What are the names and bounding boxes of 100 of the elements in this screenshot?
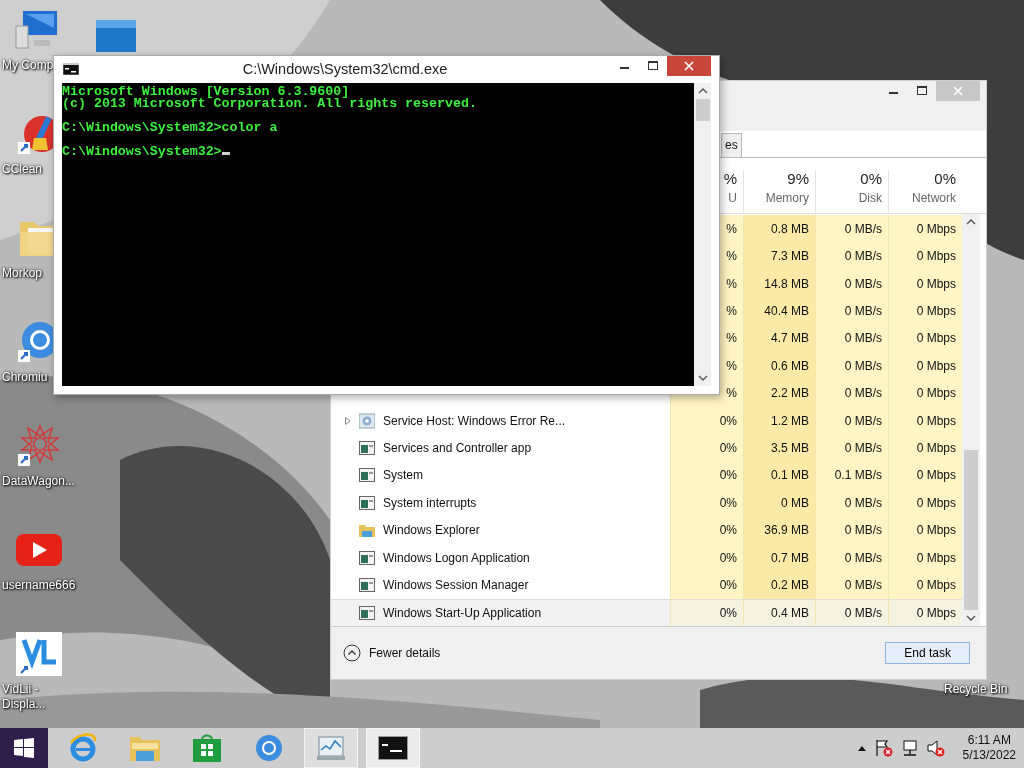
console-line: C:\Windows\System32>color a — [62, 120, 278, 135]
table-cell: 0 MB/s — [815, 516, 888, 544]
table-cell: 0 Mbps — [888, 215, 962, 243]
console-icon — [63, 63, 79, 75]
clock-time[interactable]: 6:11 AM — [967, 733, 1011, 748]
fewer-details-link[interactable]: Fewer details — [343, 644, 441, 662]
table-cell: 1.2 MB — [743, 406, 815, 435]
table-cell: 2.2 MB — [743, 379, 815, 407]
table-cell: 0 Mbps — [888, 352, 962, 380]
table-cell: 0 Mbps — [888, 461, 962, 490]
start-logo-icon — [13, 737, 35, 759]
table-cell: 0 Mbps — [888, 489, 962, 517]
table-cell: 0% — [670, 571, 743, 599]
table-cell: 0 Mbps — [888, 598, 962, 626]
column-header[interactable]: 9% Memory — [743, 170, 815, 213]
scroll-up-icon[interactable] — [966, 218, 976, 226]
app-window-icon — [359, 494, 375, 511]
table-cell: 0 MB/s — [815, 297, 888, 325]
browser-e-icon — [68, 733, 98, 763]
show-hidden-icons-icon[interactable] — [856, 744, 867, 752]
table-cell: 0% — [670, 406, 743, 435]
table-cell: 0 MB — [743, 489, 815, 517]
table-cell: 0.1 MB — [743, 461, 815, 490]
table-cell: 0% — [670, 461, 743, 490]
end-task-button[interactable]: End task — [885, 642, 970, 664]
maximize-icon — [648, 61, 658, 71]
table-cell: 0 Mbps — [888, 406, 962, 435]
app-window-icon — [359, 549, 375, 566]
process-name: Service Host: Windows Error Re... — [383, 413, 566, 428]
window-title: C:\Windows\System32\cmd.exe — [241, 60, 449, 77]
scrollbar[interactable] — [694, 83, 711, 386]
table-cell: 0 MB/s — [815, 489, 888, 517]
desktop-icon-label[interactable]: CClean — [0, 162, 43, 177]
close-icon — [953, 86, 963, 96]
network-icon[interactable] — [900, 739, 919, 757]
table-cell: 0% — [670, 543, 743, 572]
table-cell: 0 MB/s — [815, 598, 888, 626]
app-window-icon — [359, 576, 375, 593]
column-header[interactable]: 0% Disk — [815, 170, 888, 213]
expand-arrow-icon[interactable] — [345, 416, 351, 425]
console-line: Microsoft Windows [Version 6.3.9600] — [62, 84, 350, 99]
process-name: System interrupts — [383, 495, 477, 510]
taskbar-button[interactable] — [366, 728, 420, 768]
table-cell: 36.9 MB — [743, 516, 815, 544]
table-cell: 0 Mbps — [888, 516, 962, 544]
table-cell: 14.8 MB — [743, 269, 815, 298]
table-cell: 0 MB/s — [815, 352, 888, 380]
table-cell: 0 MB/s — [815, 406, 888, 435]
table-cell: 0 MB/s — [815, 215, 888, 243]
shopping-bag-icon — [192, 733, 222, 763]
scroll-thumb[interactable] — [964, 450, 978, 610]
table-cell: 0.2 MB — [743, 571, 815, 599]
table-cell: 40.4 MB — [743, 297, 815, 325]
scroll-up-icon[interactable] — [697, 87, 708, 95]
table-cell: 0.6 MB — [743, 352, 815, 380]
table-cell: 0 MB/s — [815, 324, 888, 353]
folder-icon — [129, 734, 161, 762]
table-cell: 0.8 MB — [743, 215, 815, 243]
table-cell: 0 Mbps — [888, 297, 962, 325]
table-cell: 0 MB/s — [815, 571, 888, 599]
table-cell: 4.7 MB — [743, 324, 815, 353]
table-cell: 0.7 MB — [743, 543, 815, 572]
console-line: C:\Windows\System32> — [62, 144, 222, 159]
tab[interactable]: es — [721, 133, 742, 157]
scroll-down-icon[interactable] — [697, 374, 708, 382]
column-header[interactable]: 0% Network — [888, 170, 962, 213]
flag-alert-icon[interactable] — [874, 739, 893, 757]
table-cell: 0 MB/s — [815, 434, 888, 462]
process-name: System — [383, 468, 423, 483]
process-name: Services and Controller app — [383, 440, 532, 455]
table-cell: 7.3 MB — [743, 242, 815, 270]
table-cell: 0 MB/s — [815, 543, 888, 572]
app-window-icon — [359, 467, 375, 484]
collapse-icon — [343, 644, 361, 662]
monitor-graph-icon — [316, 734, 346, 762]
table-cell: 0 MB/s — [815, 242, 888, 270]
process-name: Windows Session Manager — [383, 577, 529, 592]
table-cell: 0 Mbps — [888, 571, 962, 599]
folder-icon — [359, 522, 375, 539]
chromium-icon — [254, 733, 284, 763]
table-cell: 0% — [670, 516, 743, 544]
table-cell: 0 Mbps — [888, 324, 962, 353]
muted-speaker-icon[interactable] — [926, 739, 945, 757]
app-tile-icon[interactable] — [14, 632, 62, 676]
table-cell: 0 Mbps — [888, 379, 962, 407]
scroll-down-icon[interactable] — [966, 614, 976, 622]
table-cell: 3.5 MB — [743, 434, 815, 462]
table-cell: 0% — [670, 598, 743, 626]
table-cell: 0 MB/s — [815, 269, 888, 298]
process-name: Windows Start-Up Application — [383, 605, 542, 620]
scrollbar[interactable] — [962, 214, 980, 626]
table-cell: 0.4 MB — [743, 598, 815, 626]
start-button[interactable] — [0, 728, 48, 768]
table-cell: 0 MB/s — [815, 379, 888, 407]
app-window-icon — [359, 604, 375, 621]
clock-date[interactable]: 5/13/2022 — [962, 748, 1016, 763]
scroll-thumb[interactable] — [695, 99, 710, 121]
table-cell: 0% — [670, 434, 743, 462]
process-name: Windows Explorer — [383, 523, 480, 538]
table-cell: 0% — [670, 489, 743, 517]
